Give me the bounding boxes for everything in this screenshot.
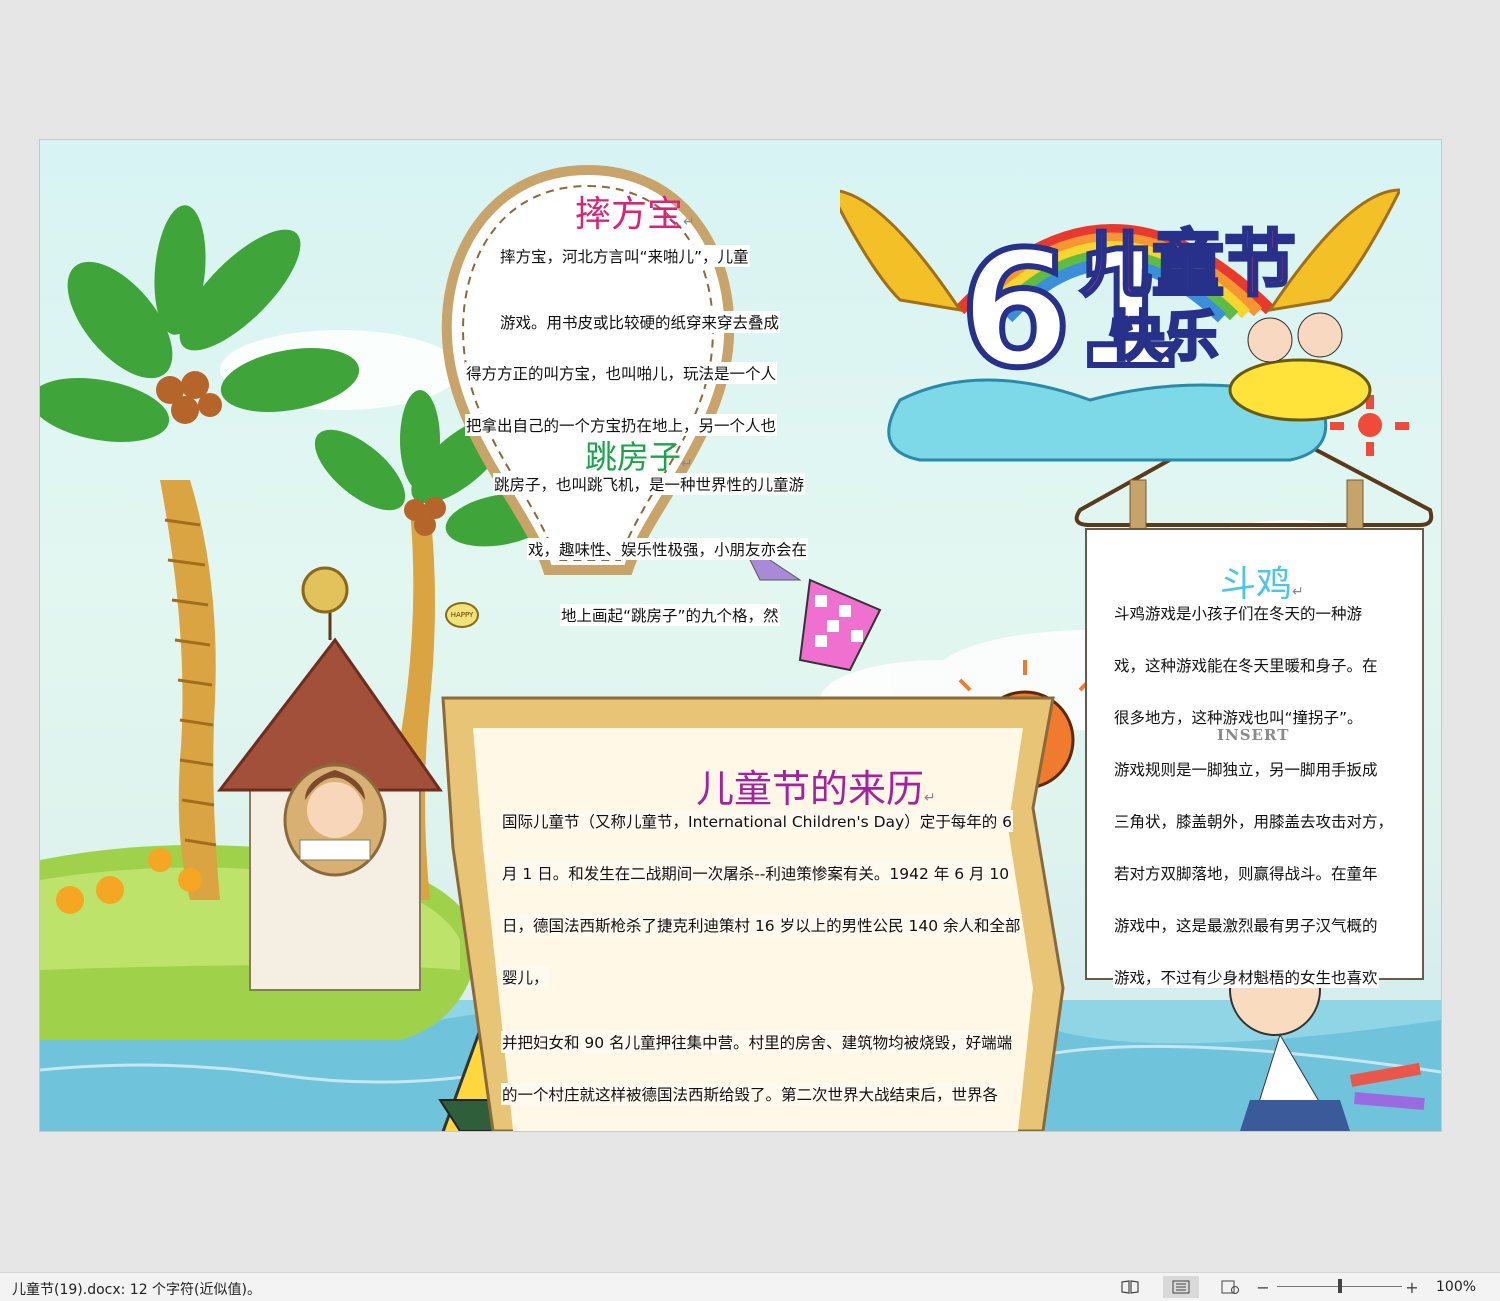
section-title-laili[interactable]: 儿童节的来历↵ bbox=[696, 758, 936, 813]
insert-mode-indicator: INSERT bbox=[1217, 726, 1290, 744]
zoom-in-button[interactable]: + bbox=[1403, 1276, 1421, 1298]
print-layout-button[interactable] bbox=[1163, 1276, 1199, 1298]
paragraph-line[interactable]: 地上画起“跳房子”的九个格，然 bbox=[560, 604, 780, 626]
paragraph-line[interactable]: 婴儿， bbox=[501, 966, 550, 988]
read-mode-button[interactable] bbox=[1115, 1276, 1145, 1298]
paragraph-line[interactable]: 得方方正的叫方宝，也叫啪儿，玩法是一个人 bbox=[465, 362, 778, 384]
document-word-count[interactable]: 儿童节(19).docx: 12 个字符(近似值)。 bbox=[12, 1279, 261, 1299]
logo-title-line1: 儿童节 bbox=[1078, 222, 1297, 306]
paragraph-line[interactable]: 跳房子，也叫跳飞机，是一种世界性的儿童游 bbox=[493, 473, 806, 495]
paragraph-line[interactable]: 三角状，膝盖朝外，用膝盖去攻击对方， bbox=[1113, 810, 1395, 832]
paragraph-line[interactable]: 游戏。用书皮或比较硬的纸穿来穿去叠成 bbox=[499, 311, 781, 333]
section-title-pengfangbao[interactable]: 摔方宝↵ bbox=[575, 185, 695, 237]
status-bar: 儿童节(19).docx: 12 个字符(近似值)。 − + 100% bbox=[0, 1272, 1500, 1301]
zoom-out-button[interactable]: − bbox=[1254, 1276, 1272, 1298]
cottage bbox=[216, 566, 443, 991]
paragraph-line[interactable]: 游戏中，这是最激烈最有男子汉气概的 bbox=[1113, 914, 1379, 936]
paragraph-line[interactable]: 的一个村庄就这样被德国法西斯给毁了。第二次世界大战结束后，世界各 bbox=[501, 1083, 1000, 1105]
zoom-level[interactable]: 100% bbox=[1436, 1279, 1476, 1295]
paragraph-line[interactable]: 国际儿童节（又称儿童节，International Children's Day… bbox=[501, 810, 1014, 832]
print-layout-icon bbox=[1172, 1280, 1190, 1294]
paragraph-line[interactable]: 游戏规则是一脚独立，另一脚用手扳成 bbox=[1113, 758, 1379, 780]
childrens-day-logo: 61 儿童节 快乐 bbox=[840, 170, 1400, 470]
web-layout-button[interactable] bbox=[1215, 1276, 1245, 1298]
paragraph-line[interactable]: 游戏，不过有少身材魁梧的女生也喜欢 bbox=[1113, 966, 1379, 988]
book-icon bbox=[1121, 1280, 1139, 1294]
document-page[interactable]: 61 儿童节 快乐 摔方宝↵ 摔方宝，河北方言叫“来啪儿”，儿童 游戏。用书皮或… bbox=[39, 139, 1442, 1132]
paragraph-line[interactable]: 月 1 日。和发生在二战期间一次屠杀--利迪策惨案有关。1942 年 6 月 1… bbox=[501, 862, 1011, 884]
happy-sign: HAPPY bbox=[445, 602, 479, 628]
logo-title-line2: 快乐 bbox=[1109, 305, 1220, 368]
parchment-scroll-frame bbox=[441, 696, 1065, 1131]
paragraph-line[interactable]: 斗鸡游戏是小孩子们在冬天的一种游 bbox=[1113, 602, 1364, 624]
section-title-douji[interactable]: 斗鸡↵ bbox=[1220, 555, 1304, 607]
section-title-tiaofangzi[interactable]: 跳房子↵ bbox=[585, 432, 693, 478]
paragraph-line[interactable]: 并把妇女和 90 名儿童押往集中营。村里的房舍、建筑物均被烧毁，好端端 bbox=[501, 1031, 1014, 1053]
web-layout-icon bbox=[1221, 1280, 1239, 1294]
paragraph-line[interactable]: 摔方宝，河北方言叫“来啪儿”，儿童 bbox=[499, 245, 750, 267]
zoom-slider-thumb[interactable] bbox=[1337, 1279, 1342, 1293]
paragraph-line[interactable]: 戏，趣味性、娱乐性极强，小朋友亦会在 bbox=[527, 538, 809, 560]
paragraph-line[interactable]: 很多地方，这种游戏也叫“撞拐子”。 bbox=[1113, 706, 1364, 728]
paragraph-line[interactable]: 戏，这种游戏能在冬天里暖和身子。在 bbox=[1113, 654, 1379, 676]
paragraph-line[interactable]: 日，德国法西斯枪杀了捷克利迪策村 16 岁以上的男性公民 140 余人和全部 bbox=[501, 914, 1022, 936]
paragraph-line[interactable]: 若对方双脚落地，则赢得战斗。在童年 bbox=[1113, 862, 1379, 884]
